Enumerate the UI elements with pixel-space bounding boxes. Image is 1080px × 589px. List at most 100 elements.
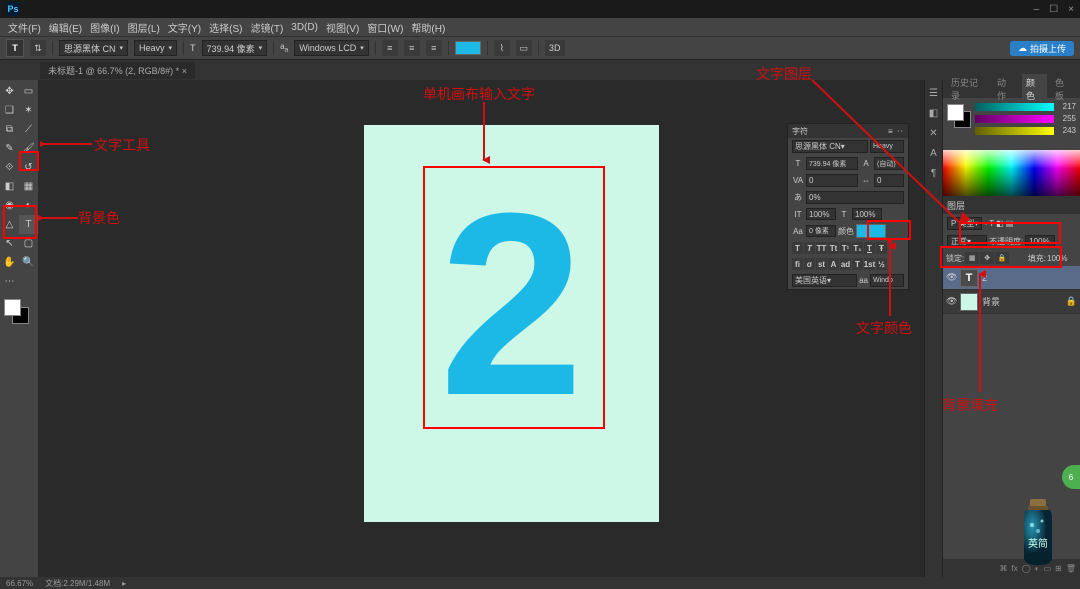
fi-icon[interactable]: fi xyxy=(792,258,803,270)
menu-select[interactable]: 选择(S) xyxy=(209,20,242,35)
lock-all-icon[interactable]: 🔒 xyxy=(995,252,1009,264)
color-picker[interactable] xyxy=(0,297,38,327)
cp-aa[interactable]: Windo xyxy=(870,274,904,287)
prop-icon[interactable]: ☰ xyxy=(928,88,940,100)
green-badge[interactable]: 6 xyxy=(1062,465,1080,489)
visibility-icon[interactable]: 👁 xyxy=(946,296,956,307)
document-tab[interactable]: 未标题-1 @ 66.7% (2, RGB/8#) * × xyxy=(40,62,195,79)
underline-icon[interactable]: T xyxy=(864,242,875,254)
shape-tool[interactable]: ▢ xyxy=(19,234,38,253)
more-tools[interactable]: ⋯ xyxy=(0,272,19,291)
half-icon[interactable]: ½ xyxy=(876,258,887,270)
menu-filter[interactable]: 滤镜(T) xyxy=(251,20,284,35)
smallcaps-icon[interactable]: Tt xyxy=(828,242,839,254)
cp-font-family[interactable]: 思源黑体 CN ▾ xyxy=(792,140,868,153)
lock-pixels-icon[interactable]: ▦ xyxy=(965,252,979,264)
move-tool[interactable]: ✥ xyxy=(0,82,19,101)
bold-icon[interactable]: T xyxy=(792,242,803,254)
text-orientation-icon[interactable]: ⇅ xyxy=(30,40,46,56)
cp-lang[interactable]: 美国英语 ▾ xyxy=(792,274,857,287)
cp-size[interactable]: 739.94 像素 xyxy=(806,157,858,170)
layer-kind-combo[interactable]: P 类型 ▾ xyxy=(947,217,982,230)
font-size-combo[interactable]: 739.94 像素▾ xyxy=(202,40,268,56)
text-color-swatch[interactable] xyxy=(455,41,481,55)
3d-icon[interactable]: 3D xyxy=(545,40,565,56)
adjust-icon[interactable]: ◧ xyxy=(928,108,940,120)
trash-icon[interactable]: 🗑 xyxy=(1066,564,1076,573)
superscript-icon[interactable]: T¹ xyxy=(840,242,851,254)
align-left-icon[interactable]: ≡ xyxy=(382,40,398,56)
gradient-tool[interactable]: ▦ xyxy=(19,177,38,196)
path-tool[interactable]: ↖ xyxy=(0,234,19,253)
cp-font-weight[interactable]: Heavy xyxy=(870,140,904,153)
layer-name[interactable]: 2 xyxy=(982,273,987,283)
type-tool[interactable]: T xyxy=(19,215,38,234)
artboard[interactable]: 2 xyxy=(364,125,659,522)
menu-window[interactable]: 窗口(W) xyxy=(367,20,403,35)
font-family-combo[interactable]: 思源黑体 CN▾ xyxy=(59,40,128,56)
cp-leading[interactable]: (自动) xyxy=(874,157,904,170)
cp-color-swatch[interactable] xyxy=(856,224,886,238)
cp-baseline[interactable]: 0 像素 xyxy=(806,225,836,237)
foreground-color[interactable] xyxy=(4,299,21,316)
antialias-combo[interactable]: Windows LCD▾ xyxy=(294,40,369,56)
warp-text-icon[interactable]: ⌇ xyxy=(494,40,510,56)
menu-3d[interactable]: 3D(D) xyxy=(291,22,318,33)
fgbg-swatch[interactable] xyxy=(947,102,971,142)
fill-field[interactable]: 100% xyxy=(1047,254,1077,263)
upload-button[interactable]: ☁拍摄上传 xyxy=(1010,41,1074,56)
character-panel[interactable]: 字符≡ ⋅⋅ 思源黑体 CN ▾Heavy T739.94 像素A(自动) VA… xyxy=(787,123,909,290)
doc-size[interactable]: 文档:2.29M/1.48M xyxy=(45,578,110,589)
zoom-level[interactable]: 66.67% xyxy=(6,579,33,588)
1st-icon[interactable]: 1st xyxy=(864,258,875,270)
slider-m[interactable] xyxy=(975,115,1054,123)
panel-menu-icon[interactable]: ≡ ⋅⋅ xyxy=(888,127,904,136)
char-icon[interactable]: A xyxy=(928,148,940,160)
marquee-tool[interactable]: ▭ xyxy=(19,82,38,101)
eyedropper-tool[interactable]: ⟋ xyxy=(19,120,38,139)
layer-name[interactable]: 背景 xyxy=(982,295,1000,308)
subscript-icon[interactable]: T₁ xyxy=(852,242,863,254)
dodge-tool[interactable]: ◐ xyxy=(19,196,38,215)
wand-tool[interactable]: ✶ xyxy=(19,101,38,120)
close-tab-icon[interactable]: × xyxy=(182,66,187,76)
styles-icon[interactable]: ✕ xyxy=(928,128,940,140)
menu-edit[interactable]: 编辑(E) xyxy=(49,20,82,35)
blur-tool[interactable]: ◉ xyxy=(0,196,19,215)
lasso-tool[interactable]: ❏ xyxy=(0,101,19,120)
layers-panel-tab[interactable]: 图层 xyxy=(943,196,1080,214)
visibility-icon[interactable]: 👁 xyxy=(946,272,956,283)
menu-view[interactable]: 视图(V) xyxy=(326,20,359,35)
tool-preset-icon[interactable]: T xyxy=(6,39,24,57)
lock-position-icon[interactable]: ✥ xyxy=(980,252,994,264)
cp-vscale[interactable]: 100% xyxy=(806,208,836,220)
a-icon[interactable]: A xyxy=(828,258,839,270)
layer-text[interactable]: 👁 T 2 xyxy=(943,266,1080,290)
canvas-text[interactable]: 2 xyxy=(364,155,659,455)
menu-image[interactable]: 图像(I) xyxy=(90,20,119,35)
close-button[interactable]: × xyxy=(1068,4,1074,15)
pen-tool[interactable]: △ xyxy=(0,215,19,234)
layer-background[interactable]: 👁 背景 🔒 xyxy=(943,290,1080,314)
menu-help[interactable]: 帮助(H) xyxy=(411,20,445,35)
slider-y[interactable] xyxy=(975,127,1054,135)
menu-layer[interactable]: 图层(L) xyxy=(128,20,160,35)
menu-type[interactable]: 文字(Y) xyxy=(168,20,201,35)
italic-icon[interactable]: T xyxy=(804,242,815,254)
brush-tool[interactable]: 🖌 xyxy=(19,139,38,158)
cp-hscale[interactable]: 100% xyxy=(852,208,882,220)
history-brush-tool[interactable]: ↺ xyxy=(19,158,38,177)
color-spectrum[interactable] xyxy=(943,150,1080,196)
cp-tracking[interactable]: 0 xyxy=(874,174,904,187)
font-weight-combo[interactable]: Heavy▾ xyxy=(134,40,177,56)
hand-tool[interactable]: ✋ xyxy=(0,253,19,272)
sigma-icon[interactable]: σ xyxy=(804,258,815,270)
panels-toggle-icon[interactable]: ▭ xyxy=(516,40,532,56)
crop-tool[interactable]: ⧉ xyxy=(0,120,19,139)
minimise-button[interactable]: – xyxy=(1034,4,1040,15)
t1-icon[interactable]: T xyxy=(852,258,863,270)
stamp-tool[interactable]: ⟐ xyxy=(0,158,19,177)
menu-file[interactable]: 文件(F) xyxy=(8,20,41,35)
align-right-icon[interactable]: ≡ xyxy=(426,40,442,56)
para-icon[interactable]: ¶ xyxy=(928,168,940,180)
